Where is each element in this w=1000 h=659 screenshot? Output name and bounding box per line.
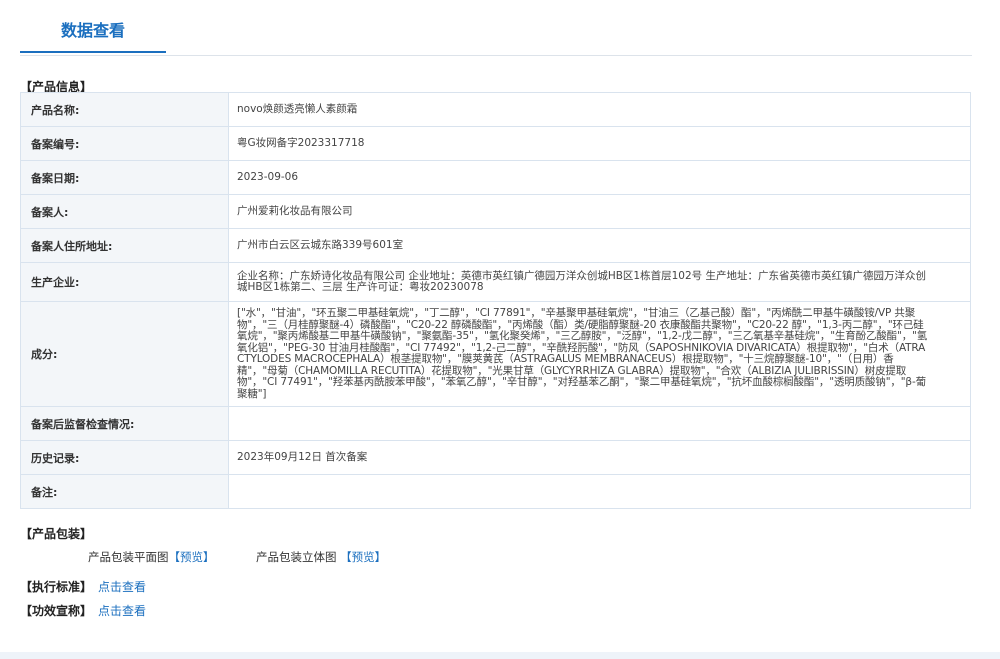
row-label: 备案人住所地址: <box>20 228 229 263</box>
row-label: 产品名称: <box>20 92 229 127</box>
solid-package-label: 产品包装立体图 <box>256 550 337 564</box>
flat-package-preview-link[interactable]: 【预览】 <box>169 550 215 564</box>
flat-package-item: 产品包装平面图【预览】 <box>88 549 215 565</box>
table-row: 生产企业: 企业名称：广东娇诗化妆品有限公司 企业地址：英德市英红镇广德园万洋众… <box>20 262 971 302</box>
row-label: 备注: <box>20 474 229 509</box>
table-row: 成分: ["水"，"甘油"，"环五聚二甲基硅氧烷"，"丁二醇"，"CI 7789… <box>20 301 971 407</box>
table-row: 备案日期: 2023-09-06 <box>20 160 971 195</box>
table-row: 备案人: 广州爱莉化妆品有限公司 <box>20 194 971 229</box>
footer-divider <box>0 652 1000 659</box>
manufacturer-value: 企业名称：广东娇诗化妆品有限公司 企业地址：英德市英红镇广德园万洋众创城HB区1… <box>228 262 971 302</box>
ingredients-value: ["水"，"甘油"，"环五聚二甲基硅氧烷"，"丁二醇"，"CI 77891"，"… <box>228 301 971 407</box>
table-row: 历史记录: 2023年09月12日 首次备案 <box>20 440 971 475</box>
row-label: 备案编号: <box>20 126 229 161</box>
table-row: 备注: <box>20 474 971 509</box>
tab-data-view[interactable]: 数据查看 <box>20 0 166 53</box>
tab-bar: 数据查看 <box>20 0 972 56</box>
table-row: 备案编号: 粤G妆网备字2023317718 <box>20 126 971 161</box>
table-row: 产品名称: novo焕颜透亮懒人素颜霜 <box>20 92 971 127</box>
inspection-value <box>228 406 971 441</box>
row-label: 备案人: <box>20 194 229 229</box>
registrant-address-value: 广州市白云区云城东路339号601室 <box>228 228 971 263</box>
table-row: 备案后监督检查情况: <box>20 406 971 441</box>
standard-row: 【执行标准】 点击查看 <box>20 578 146 595</box>
flat-package-label: 产品包装平面图 <box>88 550 169 564</box>
product-info-table: 产品名称: novo焕颜透亮懒人素颜霜 备案编号: 粤G妆网备字20233177… <box>20 92 971 509</box>
standard-view-link[interactable]: 点击查看 <box>98 580 146 594</box>
solid-package-item: 产品包装立体图 【预览】 <box>256 549 386 565</box>
row-label: 备案后监督检查情况: <box>20 406 229 441</box>
row-label: 历史记录: <box>20 440 229 475</box>
table-row: 备案人住所地址: 广州市白云区云城东路339号601室 <box>20 228 971 263</box>
row-label: 生产企业: <box>20 262 229 302</box>
product-name-value: novo焕颜透亮懒人素颜霜 <box>228 92 971 127</box>
packaging-title: 【产品包装】 <box>20 527 93 541</box>
record-date-value: 2023-09-06 <box>228 160 971 195</box>
efficacy-row: 【功效宣称】 点击查看 <box>20 602 146 619</box>
history-value: 2023年09月12日 首次备案 <box>228 440 971 475</box>
solid-package-preview-link[interactable]: 【预览】 <box>340 550 386 564</box>
efficacy-label: 【功效宣称】 <box>20 604 93 618</box>
record-number-value: 粤G妆网备字2023317718 <box>228 126 971 161</box>
standard-label: 【执行标准】 <box>20 580 93 594</box>
remarks-value <box>228 474 971 509</box>
efficacy-view-link[interactable]: 点击查看 <box>98 604 146 618</box>
registrant-value: 广州爱莉化妆品有限公司 <box>228 194 971 229</box>
row-label: 成分: <box>20 301 229 407</box>
row-label: 备案日期: <box>20 160 229 195</box>
